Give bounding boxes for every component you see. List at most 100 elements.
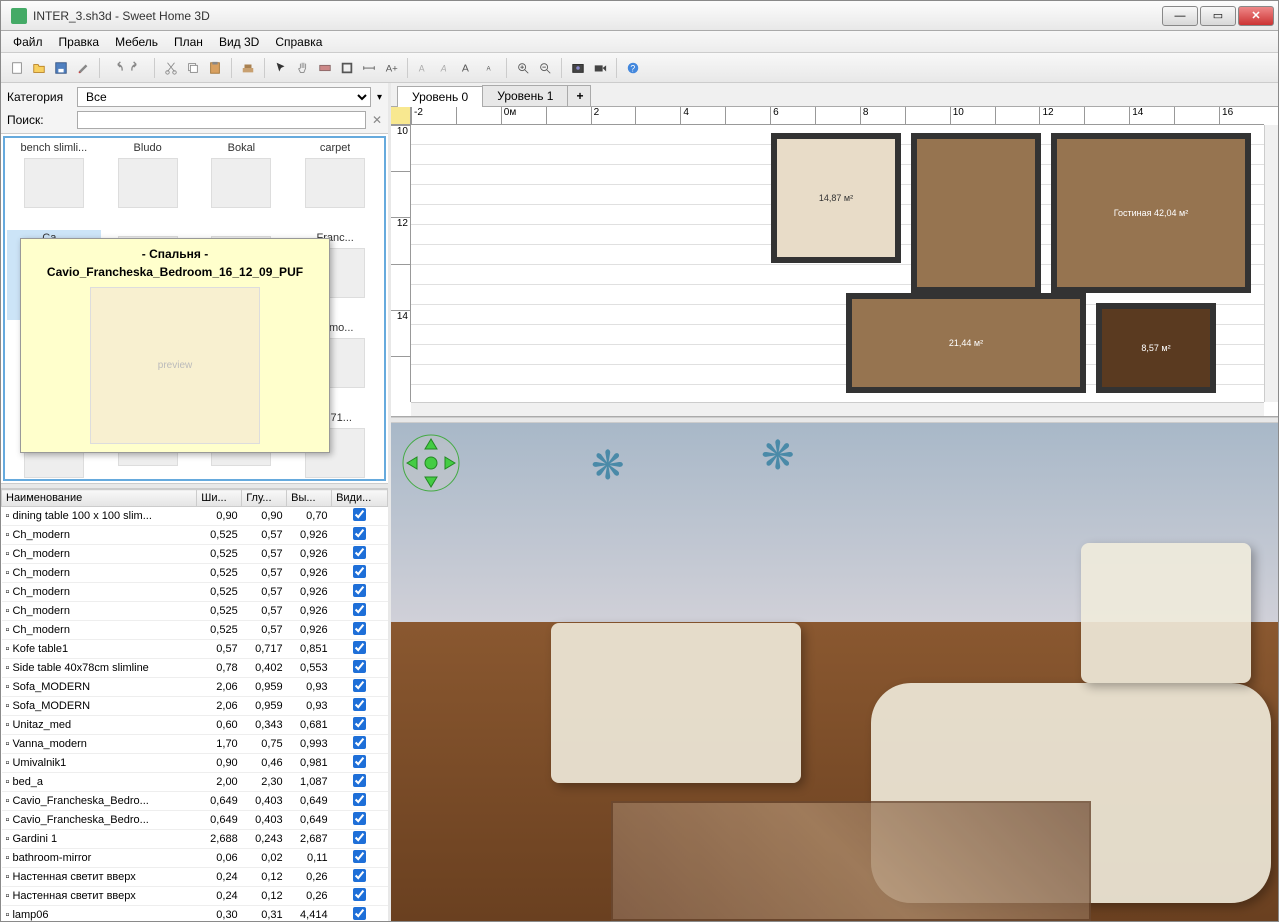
redo-icon[interactable]	[128, 58, 148, 78]
table-header[interactable]: Ши...	[197, 490, 242, 507]
text-size-down-icon[interactable]: A	[480, 58, 500, 78]
catalog-item[interactable]: bench slimli...	[7, 140, 101, 230]
cell-visible[interactable]	[332, 811, 388, 830]
menu-furniture[interactable]: Мебель	[107, 33, 166, 51]
zoom-out-icon[interactable]	[535, 58, 555, 78]
catalog-item[interactable]: Bludo	[101, 140, 195, 230]
menu-3dview[interactable]: Вид 3D	[211, 33, 267, 51]
tab-level-1[interactable]: Уровень 1	[482, 85, 568, 106]
plan-view[interactable]: -20м246810121416 101214 14,87 м² Гостина…	[391, 107, 1278, 417]
text-italic-icon[interactable]: A	[436, 58, 456, 78]
cell-visible[interactable]	[332, 735, 388, 754]
cell-visible[interactable]	[332, 773, 388, 792]
menu-plan[interactable]: План	[166, 33, 211, 51]
catalog-item[interactable]: Bokal	[195, 140, 289, 230]
paste-icon[interactable]	[205, 58, 225, 78]
cell-visible[interactable]	[332, 792, 388, 811]
search-input[interactable]	[77, 111, 366, 129]
new-icon[interactable]	[7, 58, 27, 78]
dimension-icon[interactable]	[359, 58, 379, 78]
cell-visible[interactable]	[332, 640, 388, 659]
cell-visible[interactable]	[332, 868, 388, 887]
cell-visible[interactable]	[332, 659, 388, 678]
tab-add-button[interactable]: +	[567, 85, 591, 106]
cell-visible[interactable]	[332, 887, 388, 906]
table-row[interactable]: ▫ Cavio_Francheska_Bedro...0,6490,4030,6…	[2, 792, 388, 811]
cell-visible[interactable]	[332, 906, 388, 922]
table-row[interactable]: ▫ Ch_modern0,5250,570,926	[2, 545, 388, 564]
help-icon[interactable]: ?	[623, 58, 643, 78]
table-row[interactable]: ▫ bed_a2,002,301,087	[2, 773, 388, 792]
table-row[interactable]: ▫ Sofa_MODERN2,060,9590,93	[2, 678, 388, 697]
cell-visible[interactable]	[332, 830, 388, 849]
photo-icon[interactable]	[568, 58, 588, 78]
category-select[interactable]: Все	[77, 87, 371, 107]
room-2[interactable]	[911, 133, 1041, 293]
add-furniture-icon[interactable]	[238, 58, 258, 78]
table-row[interactable]: ▫ Ch_modern0,5250,570,926	[2, 621, 388, 640]
table-row[interactable]: ▫ Cavio_Francheska_Bedro...0,6490,4030,6…	[2, 811, 388, 830]
undo-icon[interactable]	[106, 58, 126, 78]
cell-visible[interactable]	[332, 583, 388, 602]
menu-help[interactable]: Справка	[267, 33, 330, 51]
table-row[interactable]: ▫ Sofa_MODERN2,060,9590,93	[2, 697, 388, 716]
tab-level-0[interactable]: Уровень 0	[397, 86, 483, 107]
close-button[interactable]: ✕	[1238, 6, 1274, 26]
room-4[interactable]: 21,44 м²	[846, 293, 1086, 393]
nav-compass[interactable]	[401, 433, 461, 493]
cell-visible[interactable]	[332, 697, 388, 716]
text-add-icon[interactable]: A+	[381, 58, 401, 78]
table-row[interactable]: ▫ Vanna_modern1,700,750,993	[2, 735, 388, 754]
table-header[interactable]: Наименование	[2, 490, 197, 507]
table-row[interactable]: ▫ Kofe table10,570,7170,851	[2, 640, 388, 659]
catalog-item[interactable]: carpet	[288, 140, 382, 230]
cut-icon[interactable]	[161, 58, 181, 78]
table-row[interactable]: ▫ Side table 40x78cm slimline0,780,4020,…	[2, 659, 388, 678]
menu-file[interactable]: Файл	[5, 33, 51, 51]
table-header[interactable]: Глу...	[242, 490, 287, 507]
cell-visible[interactable]	[332, 507, 388, 526]
plan-canvas[interactable]: 14,87 м² Гостиная 42,04 м² 21,44 м² 8,57…	[411, 125, 1264, 402]
cell-visible[interactable]	[332, 621, 388, 640]
cell-visible[interactable]	[332, 754, 388, 773]
cell-visible[interactable]	[332, 716, 388, 735]
plan-scrollbar-h[interactable]	[411, 402, 1264, 416]
text-size-up-icon[interactable]: A	[458, 58, 478, 78]
table-row[interactable]: ▫ Настенная светит вверх0,240,120,26	[2, 887, 388, 906]
plan-scrollbar-v[interactable]	[1264, 125, 1278, 402]
table-row[interactable]: ▫ lamp060,300,314,414	[2, 906, 388, 922]
table-row[interactable]: ▫ Ch_modern0,5250,570,926	[2, 526, 388, 545]
video-icon[interactable]	[590, 58, 610, 78]
table-header[interactable]: Види...	[332, 490, 388, 507]
cell-visible[interactable]	[332, 545, 388, 564]
copy-icon[interactable]	[183, 58, 203, 78]
room-icon[interactable]	[337, 58, 357, 78]
minimize-button[interactable]: —	[1162, 6, 1198, 26]
select-icon[interactable]	[271, 58, 291, 78]
zoom-in-icon[interactable]	[513, 58, 533, 78]
text-bold-icon[interactable]: A	[414, 58, 434, 78]
cell-visible[interactable]	[332, 602, 388, 621]
pan-icon[interactable]	[293, 58, 313, 78]
table-row[interactable]: ▫ Ch_modern0,5250,570,926	[2, 583, 388, 602]
furniture-catalog[interactable]: - Спальня - Cavio_Francheska_Bedroom_16_…	[3, 136, 386, 481]
search-clear-icon[interactable]: ✕	[372, 113, 382, 127]
category-dropdown-btn[interactable]: ▾	[377, 92, 382, 103]
wall-icon[interactable]	[315, 58, 335, 78]
table-row[interactable]: ▫ Настенная светит вверх0,240,120,26	[2, 868, 388, 887]
table-row[interactable]: ▫ Umivalnik10,900,460,981	[2, 754, 388, 773]
save-icon[interactable]	[51, 58, 71, 78]
table-row[interactable]: ▫ Ch_modern0,5250,570,926	[2, 602, 388, 621]
room-1[interactable]: 14,87 м²	[771, 133, 901, 263]
table-row[interactable]: ▫ dining table 100 x 100 slim...0,900,90…	[2, 507, 388, 526]
open-icon[interactable]	[29, 58, 49, 78]
table-row[interactable]: ▫ Gardini 12,6880,2432,687	[2, 830, 388, 849]
menu-edit[interactable]: Правка	[51, 33, 108, 51]
table-row[interactable]: ▫ bathroom-mirror0,060,020,11	[2, 849, 388, 868]
cell-visible[interactable]	[332, 564, 388, 583]
table-header[interactable]: Вы...	[287, 490, 332, 507]
cell-visible[interactable]	[332, 678, 388, 697]
cell-visible[interactable]	[332, 526, 388, 545]
room-5[interactable]: 8,57 м²	[1096, 303, 1216, 393]
3d-view[interactable]: ❋ ❋	[391, 423, 1278, 921]
